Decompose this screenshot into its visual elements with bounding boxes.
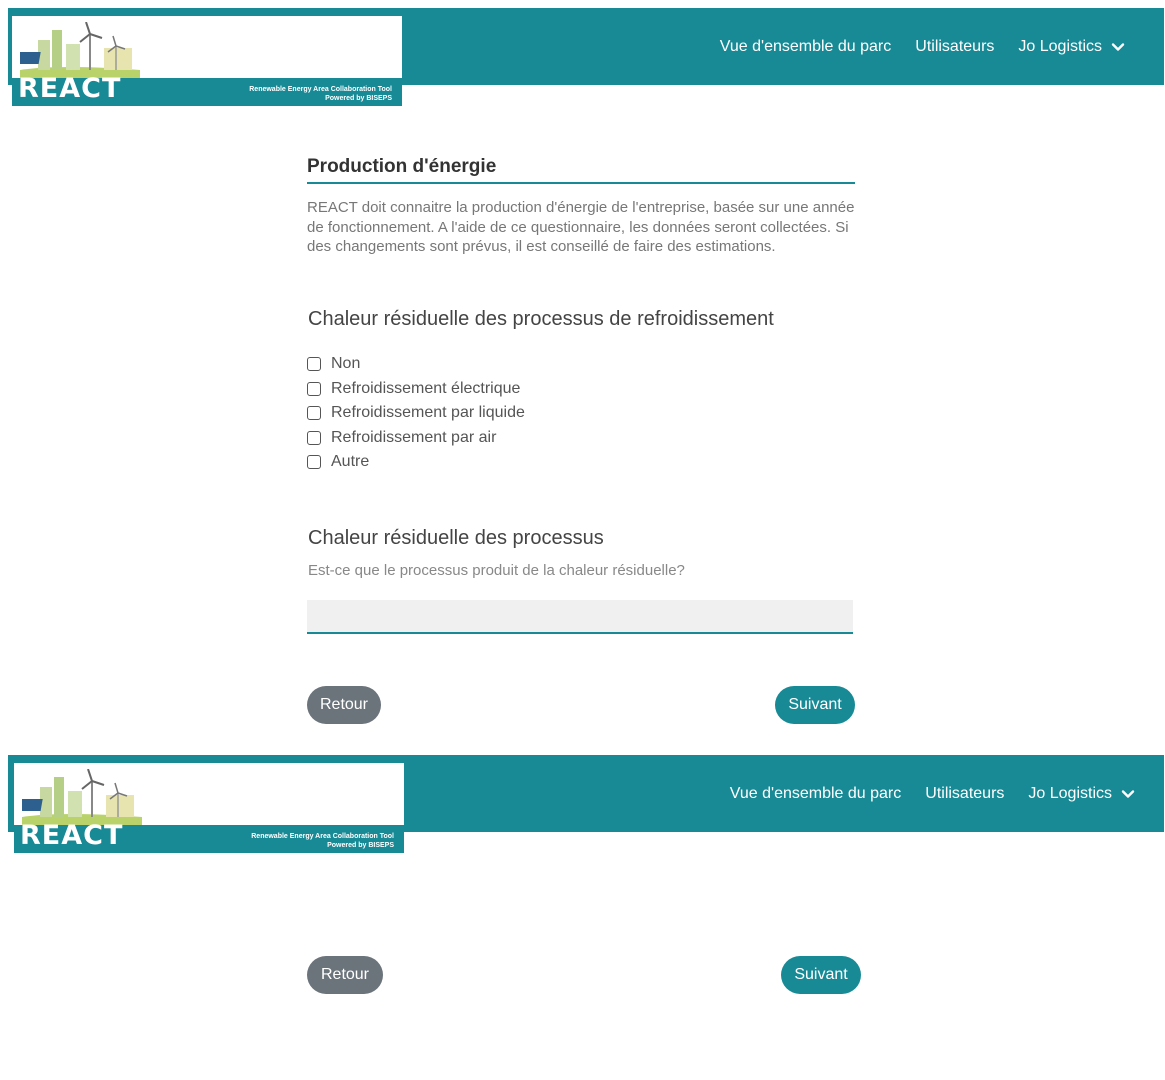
company-dropdown[interactable]: Jo Logistics xyxy=(1028,785,1136,803)
section-intro: REACT doit connaitre la production d'éne… xyxy=(307,199,855,255)
renewable-energy-illustration-icon xyxy=(22,769,142,825)
section-title: Production d'énergie xyxy=(307,156,855,184)
company-dropdown[interactable]: Jo Logistics xyxy=(1018,38,1126,56)
next-button[interactable]: Suivant xyxy=(781,956,861,994)
logo-tagline-line1: Renewable Energy Area Collaboration Tool xyxy=(251,833,394,840)
logo-banner: REACT Renewable Energy Area Collaboratio… xyxy=(12,73,402,106)
option-label: Non xyxy=(331,355,361,373)
option-label: Refroidissement électrique xyxy=(331,379,521,397)
logo-wordmark: REACT xyxy=(20,820,124,851)
nav-links: Vue d'ensemble du parc Utilisateurs Jo L… xyxy=(730,755,1136,832)
logo-tagline: Renewable Energy Area Collaboration Tool… xyxy=(249,85,392,103)
react-logo[interactable]: REACT Renewable Energy Area Collaboratio… xyxy=(14,763,404,853)
nav-users[interactable]: Utilisateurs xyxy=(915,38,994,56)
cooling-options-group: Non Refroidissement électrique Refroidis… xyxy=(307,352,525,475)
logo-tagline: Renewable Energy Area Collaboration Tool… xyxy=(251,832,394,850)
option-other[interactable]: Autre xyxy=(307,450,525,475)
checkbox[interactable] xyxy=(307,357,321,372)
nav-users[interactable]: Utilisateurs xyxy=(925,785,1004,803)
option-non[interactable]: Non xyxy=(307,352,525,377)
checkbox[interactable] xyxy=(307,381,321,396)
option-label: Autre xyxy=(331,453,370,471)
back-button[interactable]: Retour xyxy=(307,686,381,724)
next-button[interactable]: Suivant xyxy=(775,686,855,724)
checkbox[interactable] xyxy=(307,455,321,470)
chevron-down-icon xyxy=(1121,789,1135,798)
react-logo[interactable]: REACT Renewable Energy Area Collaboratio… xyxy=(12,16,402,106)
chevron-down-icon xyxy=(1111,42,1125,51)
logo-tagline-line2: Powered by BISEPS xyxy=(325,95,392,102)
renewable-energy-illustration-icon xyxy=(20,22,140,78)
back-button[interactable]: Retour xyxy=(307,956,383,994)
option-air-cooling[interactable]: Refroidissement par air xyxy=(307,426,525,451)
nav-park-overview[interactable]: Vue d'ensemble du parc xyxy=(720,38,891,56)
question-cooling-waste-heat-title: Chaleur résiduelle des processus de refr… xyxy=(308,308,774,330)
logo-tagline-line1: Renewable Energy Area Collaboration Tool xyxy=(249,86,392,93)
checkbox[interactable] xyxy=(307,430,321,445)
nav-park-overview[interactable]: Vue d'ensemble du parc xyxy=(730,785,901,803)
logo-wordmark: REACT xyxy=(18,73,122,104)
logo-tagline-line2: Powered by BISEPS xyxy=(327,842,394,849)
question-process-waste-heat-description: Est-ce que le processus produit de la ch… xyxy=(308,562,685,579)
company-name: Jo Logistics xyxy=(1018,37,1102,55)
option-label: Refroidissement par air xyxy=(331,428,497,446)
option-electric-cooling[interactable]: Refroidissement électrique xyxy=(307,377,525,402)
question-process-waste-heat-title: Chaleur résiduelle des processus xyxy=(308,527,604,549)
nav-links: Vue d'ensemble du parc Utilisateurs Jo L… xyxy=(720,8,1126,85)
option-label: Refroidissement par liquide xyxy=(331,404,525,422)
company-name: Jo Logistics xyxy=(1028,784,1112,802)
logo-banner: REACT Renewable Energy Area Collaboratio… xyxy=(14,820,404,853)
option-liquid-cooling[interactable]: Refroidissement par liquide xyxy=(307,401,525,426)
process-waste-heat-input[interactable] xyxy=(307,600,853,634)
checkbox[interactable] xyxy=(307,406,321,421)
